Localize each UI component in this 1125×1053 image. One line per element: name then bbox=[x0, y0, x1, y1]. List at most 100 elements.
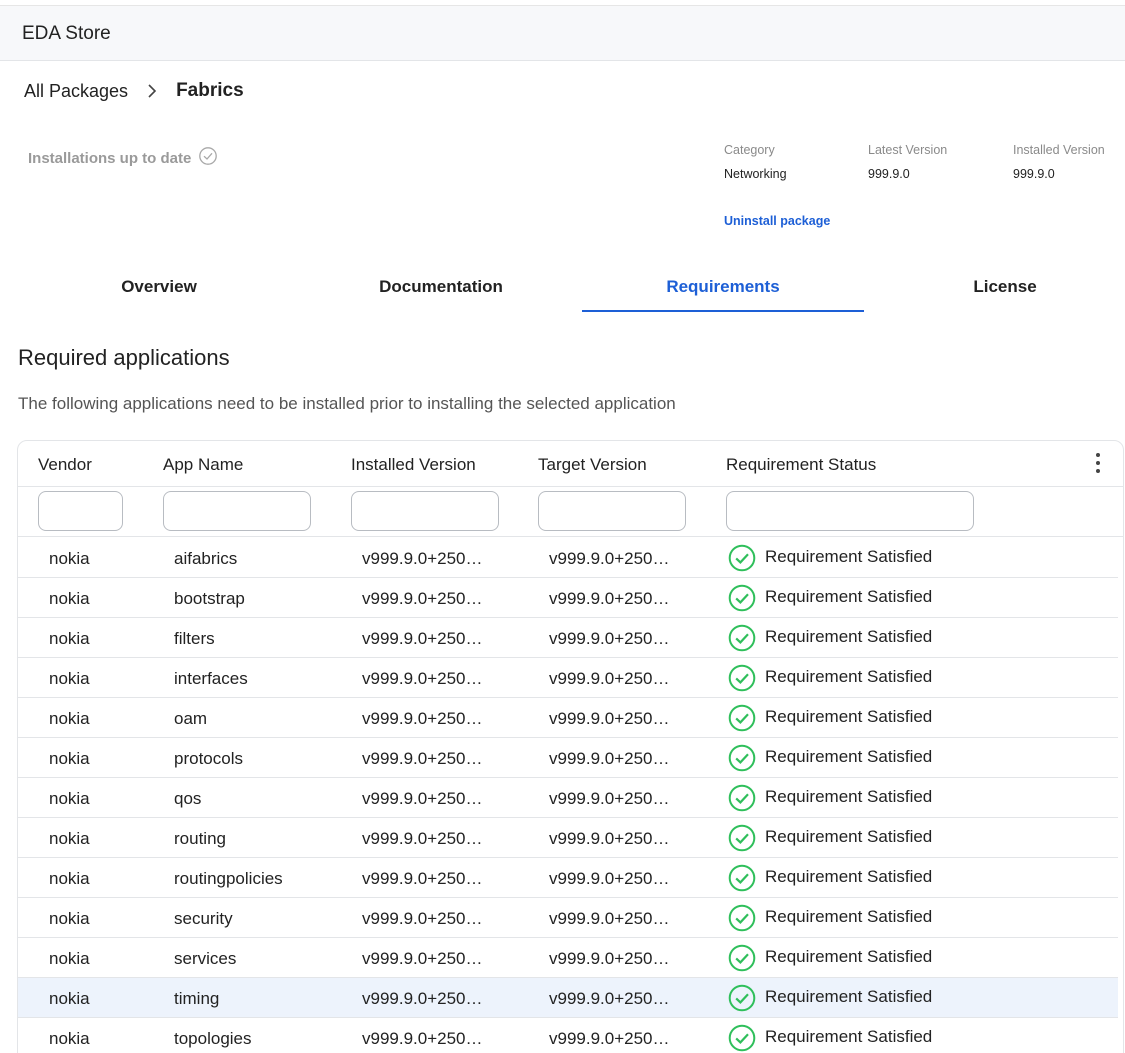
check-circle-icon bbox=[728, 784, 756, 812]
cell-vendor: nokia bbox=[49, 749, 90, 768]
table-row[interactable]: nokia routingpolicies v999.9.0+250… v999.9.… bbox=[18, 858, 1118, 898]
cell-requirement-status: Requirement Satisfied bbox=[765, 987, 933, 1006]
chevron-right-icon bbox=[148, 84, 157, 98]
cell-vendor: nokia bbox=[49, 549, 90, 568]
cell-installed-version: v999.9.0+250… bbox=[362, 1029, 483, 1048]
section-description: The following applications need to be in… bbox=[18, 394, 676, 413]
cell-target-version: v999.9.0+250… bbox=[549, 1029, 670, 1048]
uninstall-package-link[interactable]: Uninstall package bbox=[724, 214, 830, 228]
cell-app-name: services bbox=[174, 949, 237, 968]
latest-version-value: 999.9.0 bbox=[868, 167, 910, 181]
cell-vendor: nokia bbox=[49, 989, 90, 1008]
breadcrumb-all-packages[interactable]: All Packages bbox=[24, 81, 128, 102]
cell-vendor: nokia bbox=[49, 669, 90, 688]
table-row[interactable]: nokia aifabrics v999.9.0+250… v999.9.0+250…… bbox=[18, 538, 1118, 578]
cell-target-version: v999.9.0+250… bbox=[549, 589, 670, 608]
column-header-installed-version[interactable]: Installed Version bbox=[351, 455, 476, 475]
cell-installed-version: v999.9.0+250… bbox=[362, 949, 483, 968]
installation-status: Installations up to date bbox=[28, 146, 218, 167]
table-row[interactable]: nokia interfaces v999.9.0+250… v999.9.0+250… bbox=[18, 658, 1118, 698]
cell-app-name: filters bbox=[174, 629, 215, 648]
check-circle-icon bbox=[728, 864, 756, 892]
app-title: EDA Store bbox=[22, 23, 111, 44]
cell-vendor: nokia bbox=[49, 869, 90, 888]
cell-app-name: protocols bbox=[174, 749, 243, 768]
table-row[interactable]: nokia security v999.9.0+250… v999.9.0+250… R… bbox=[18, 898, 1118, 938]
tab-requirements[interactable]: Requirements bbox=[582, 266, 864, 312]
installed-version-label: Installed Version bbox=[1013, 143, 1105, 157]
table-row[interactable]: nokia oam v999.9.0+250… v999.9.0+250… Requir… bbox=[18, 698, 1118, 738]
app-name-filter-input[interactable] bbox=[163, 491, 311, 531]
check-circle-icon bbox=[728, 944, 756, 972]
column-header-requirement-status[interactable]: Requirement Status bbox=[726, 455, 876, 475]
tab-license[interactable]: License bbox=[864, 266, 1125, 312]
cell-vendor: nokia bbox=[49, 1029, 90, 1048]
cell-app-name: qos bbox=[174, 789, 202, 808]
cell-target-version: v999.9.0+250… bbox=[549, 629, 670, 648]
cell-target-version: v999.9.0+250… bbox=[549, 949, 670, 968]
cell-app-name: aifabrics bbox=[174, 549, 238, 568]
cell-target-version: v999.9.0+250… bbox=[549, 709, 670, 728]
table-row[interactable]: nokia timing v999.9.0+250… v999.9.0+250… Req… bbox=[18, 978, 1118, 1018]
cell-installed-version: v999.9.0+250… bbox=[362, 829, 483, 848]
kebab-menu-icon[interactable] bbox=[1095, 453, 1101, 475]
cell-vendor: nokia bbox=[49, 629, 90, 648]
cell-target-version: v999.9.0+250… bbox=[549, 989, 670, 1008]
table-row[interactable]: nokia qos v999.9.0+250… v999.9.0+250… Requir… bbox=[18, 778, 1118, 818]
table-row[interactable]: nokia protocols v999.9.0+250… v999.9.0+250…… bbox=[18, 738, 1118, 778]
cell-app-name: bootstrap bbox=[174, 589, 245, 608]
table-row[interactable]: nokia bootstrap v999.9.0+250… v999.9.0+250…… bbox=[18, 578, 1118, 618]
requirements-table: Vendor App Name Installed Version Target… bbox=[17, 440, 1124, 1053]
check-circle-icon bbox=[199, 146, 218, 165]
installed-version-value: 999.9.0 bbox=[1013, 167, 1055, 181]
breadcrumb: All Packages Fabrics bbox=[24, 78, 244, 104]
cell-requirement-status: Requirement Satisfied bbox=[765, 587, 933, 606]
cell-installed-version: v999.9.0+250… bbox=[362, 869, 483, 888]
table-row[interactable]: nokia topologies v999.9.0+250… v999.9.0+250… bbox=[18, 1018, 1118, 1053]
cell-app-name: oam bbox=[174, 709, 208, 728]
installed-version-filter-input[interactable] bbox=[351, 491, 499, 531]
column-header-vendor[interactable]: Vendor bbox=[38, 455, 92, 475]
cell-requirement-status: Requirement Satisfied bbox=[765, 627, 933, 646]
cell-requirement-status: Requirement Satisfied bbox=[765, 1027, 933, 1046]
check-circle-icon bbox=[728, 584, 756, 612]
cell-installed-version: v999.9.0+250… bbox=[362, 549, 483, 568]
table-row[interactable]: nokia routing v999.9.0+250… v999.9.0+250… Re… bbox=[18, 818, 1118, 858]
table-row[interactable]: nokia filters v999.9.0+250… v999.9.0+250… Re… bbox=[18, 618, 1118, 658]
tab-documentation[interactable]: Documentation bbox=[300, 266, 582, 312]
app-header: EDA Store bbox=[0, 6, 1125, 61]
tab-overview[interactable]: Overview bbox=[18, 266, 300, 312]
status-text: Installations up to date bbox=[28, 150, 192, 167]
tab-bar: Overview Documentation Requirements Lice… bbox=[18, 266, 1125, 312]
cell-requirement-status: Requirement Satisfied bbox=[765, 547, 933, 566]
cell-app-name: topologies bbox=[174, 1029, 252, 1048]
category-label: Category bbox=[724, 143, 775, 157]
filter-row bbox=[18, 487, 1123, 537]
table-body: nokia aifabrics v999.9.0+250… v999.9.0+250…… bbox=[18, 538, 1123, 1053]
table-header: Vendor App Name Installed Version Target… bbox=[18, 441, 1123, 487]
requirement-status-filter-input[interactable] bbox=[726, 491, 974, 531]
column-header-app-name[interactable]: App Name bbox=[163, 455, 243, 475]
cell-vendor: nokia bbox=[49, 589, 90, 608]
check-circle-icon bbox=[728, 1024, 756, 1052]
cell-requirement-status: Requirement Satisfied bbox=[765, 787, 933, 806]
meta-latest-version: Latest Version 999.9.0 bbox=[868, 143, 947, 181]
cell-app-name: interfaces bbox=[174, 669, 248, 688]
cell-requirement-status: Requirement Satisfied bbox=[765, 707, 933, 726]
cell-installed-version: v999.9.0+250… bbox=[362, 589, 483, 608]
column-header-target-version[interactable]: Target Version bbox=[538, 455, 647, 475]
cell-vendor: nokia bbox=[49, 949, 90, 968]
category-value: Networking bbox=[724, 167, 787, 181]
table-row[interactable]: nokia services v999.9.0+250… v999.9.0+250… R… bbox=[18, 938, 1118, 978]
target-version-filter-input[interactable] bbox=[538, 491, 686, 531]
meta-category: Category Networking bbox=[724, 143, 787, 181]
vendor-filter-input[interactable] bbox=[38, 491, 123, 531]
cell-target-version: v999.9.0+250… bbox=[549, 909, 670, 928]
cell-vendor: nokia bbox=[49, 709, 90, 728]
cell-target-version: v999.9.0+250… bbox=[549, 669, 670, 688]
check-circle-icon bbox=[728, 704, 756, 732]
check-circle-icon bbox=[728, 624, 756, 652]
cell-app-name: routingpolicies bbox=[174, 869, 283, 888]
check-circle-icon bbox=[728, 984, 756, 1012]
cell-target-version: v999.9.0+250… bbox=[549, 789, 670, 808]
